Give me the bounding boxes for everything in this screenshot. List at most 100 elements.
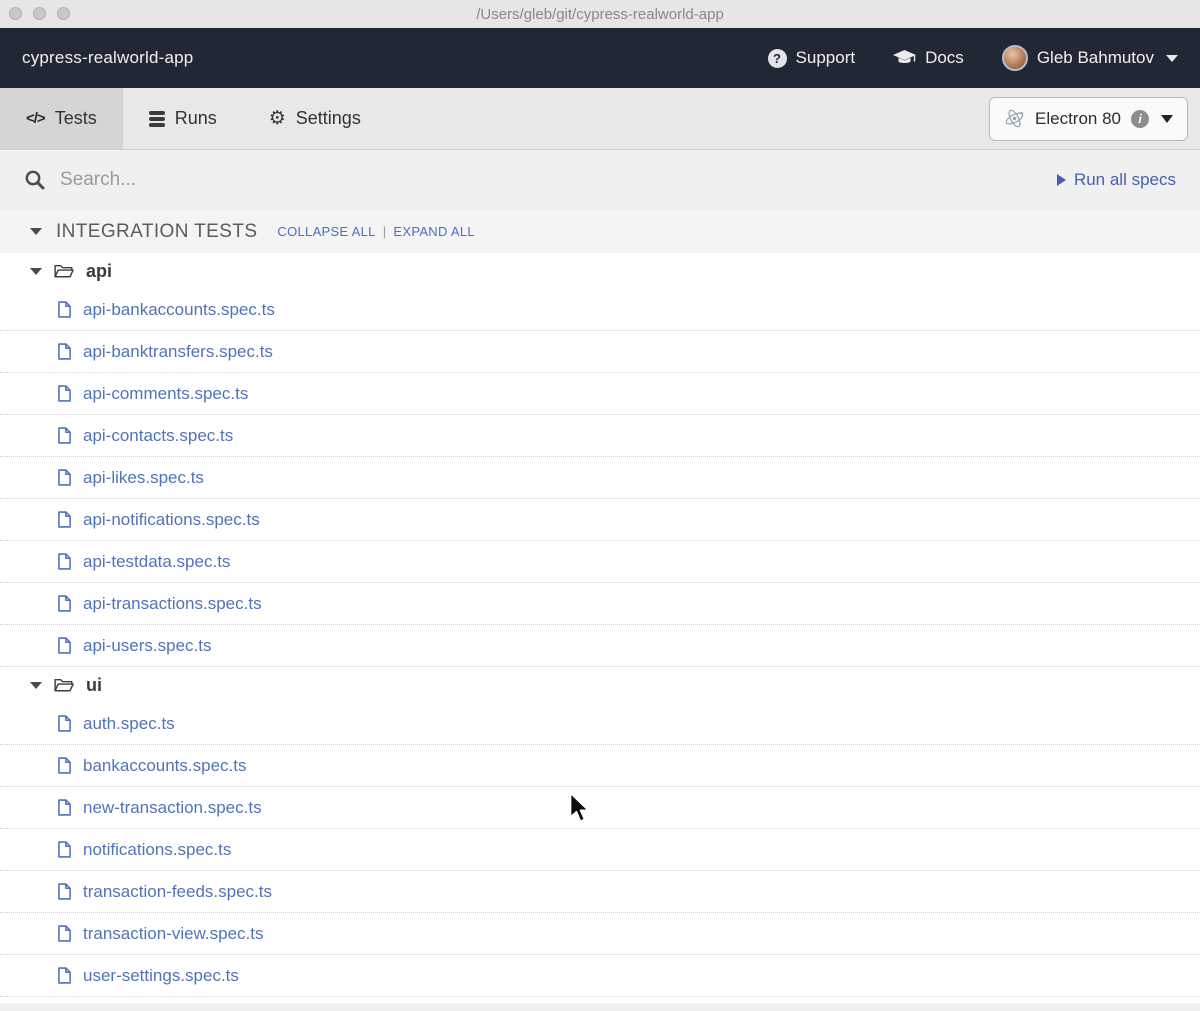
spec-file-row[interactable]: api-comments.spec.ts [0, 373, 1200, 415]
code-icon: </> [26, 110, 46, 127]
file-icon [58, 553, 71, 570]
browser-label: Electron 80 [1035, 108, 1121, 128]
spec-file-name: auth.spec.ts [83, 713, 175, 733]
docs-label: Docs [925, 48, 964, 67]
spec-file-name: api-likes.spec.ts [83, 467, 204, 487]
file-icon [58, 637, 71, 654]
gear-icon: ⚙ [268, 107, 286, 129]
spec-file-row[interactable]: transaction-view.spec.ts [0, 913, 1200, 955]
spec-file-row[interactable]: transaction-feeds.spec.ts [0, 871, 1200, 913]
database-icon [148, 110, 165, 127]
docs-link[interactable]: Docs [893, 48, 964, 68]
spec-file-name: api-testdata.spec.ts [83, 551, 231, 571]
chevron-down-icon[interactable] [30, 228, 42, 235]
tab-runs[interactable]: Runs [123, 88, 243, 149]
user-avatar [1001, 45, 1028, 71]
tab-settings[interactable]: ⚙ Settings [243, 88, 387, 149]
navbar-right: ? Support Docs Gleb Bahmutov [767, 45, 1178, 71]
spec-file-row[interactable]: api-banktransfers.spec.ts [0, 331, 1200, 373]
spec-file-row[interactable]: api-notifications.spec.ts [0, 499, 1200, 541]
spec-file-name: new-transaction.spec.ts [83, 797, 262, 817]
spec-file-name: user-settings.spec.ts [83, 965, 239, 985]
project-name: cypress-realworld-app [22, 48, 194, 67]
spec-file-row[interactable]: auth.spec.ts [0, 703, 1200, 745]
spec-file-row[interactable]: api-contacts.spec.ts [0, 415, 1200, 457]
folder-name: api [86, 260, 113, 281]
spec-file-name: notifications.spec.ts [83, 839, 232, 859]
file-icon [58, 343, 71, 360]
collapse-all-link[interactable]: COLLAPSE ALL [277, 224, 375, 239]
spec-list: INTEGRATION TESTS COLLAPSE ALL | EXPAND … [0, 210, 1200, 1003]
file-icon [58, 385, 71, 402]
spec-file-name: api-notifications.spec.ts [83, 509, 260, 529]
close-window-button[interactable] [9, 7, 22, 20]
folder-open-icon [54, 263, 74, 280]
spec-file-name: api-contacts.spec.ts [83, 425, 234, 445]
browser-selector[interactable]: Electron 80 i [989, 96, 1188, 141]
tabbar: </> Tests Runs ⚙ Settings Electron 80 i [0, 88, 1200, 150]
integration-tests-header: INTEGRATION TESTS COLLAPSE ALL | EXPAND … [0, 210, 1200, 253]
file-icon [58, 595, 71, 612]
file-icon [58, 427, 71, 444]
tab-runs-label: Runs [174, 108, 217, 128]
spec-file-name: api-banktransfers.spec.ts [83, 341, 273, 361]
user-menu[interactable]: Gleb Bahmutov [1001, 45, 1178, 71]
spec-file-row[interactable]: api-likes.spec.ts [0, 457, 1200, 499]
info-icon[interactable]: i [1131, 109, 1149, 128]
tab-settings-label: Settings [295, 108, 361, 128]
window-title: /Users/gleb/git/cypress-realworld-app [476, 5, 724, 23]
header-links: COLLAPSE ALL | EXPAND ALL [277, 224, 475, 239]
run-all-specs-button[interactable]: Run all specs [1056, 170, 1176, 190]
folder-row[interactable]: api [0, 253, 1200, 289]
file-icon [58, 511, 71, 528]
spec-file-row[interactable]: notifications.spec.ts [0, 829, 1200, 871]
search-icon [24, 169, 46, 191]
chevron-down-icon [30, 267, 42, 275]
links-separator: | [382, 224, 387, 239]
file-icon [58, 883, 71, 900]
file-icon [58, 967, 71, 984]
spec-file-name: transaction-feeds.spec.ts [83, 881, 272, 901]
support-link[interactable]: ? Support [767, 48, 856, 68]
macos-titlebar: /Users/gleb/git/cypress-realworld-app [0, 0, 1200, 28]
zoom-window-button[interactable] [57, 7, 70, 20]
spec-file-name: api-bankaccounts.spec.ts [83, 299, 275, 319]
spec-file-row[interactable]: bankaccounts.spec.ts [0, 745, 1200, 787]
search-input[interactable] [60, 169, 1043, 191]
support-label: Support [795, 48, 856, 67]
graduation-cap-icon [893, 50, 917, 66]
window-controls [9, 7, 70, 20]
chevron-down-icon [30, 681, 42, 689]
folder-name: ui [86, 674, 102, 695]
play-icon [1056, 174, 1066, 186]
folder-open-icon [54, 677, 74, 694]
spec-file-name: api-comments.spec.ts [83, 383, 249, 403]
electron-atom-icon [1004, 108, 1025, 129]
spec-file-name: api-users.spec.ts [83, 635, 212, 655]
file-icon [58, 757, 71, 774]
chevron-down-icon [1166, 54, 1178, 62]
spec-folders: api api-bankaccounts.spec.ts api-banktrans… [0, 253, 1200, 997]
tab-tests-label: Tests [54, 108, 97, 128]
spec-file-row[interactable]: api-transactions.spec.ts [0, 583, 1200, 625]
spec-file-row[interactable]: api-bankaccounts.spec.ts [0, 289, 1200, 331]
spec-file-name: transaction-view.spec.ts [83, 923, 264, 943]
spec-file-row[interactable]: new-transaction.spec.ts [0, 787, 1200, 829]
expand-all-link[interactable]: EXPAND ALL [393, 224, 475, 239]
spec-file-row[interactable]: api-users.spec.ts [0, 625, 1200, 667]
run-all-specs-label: Run all specs [1073, 170, 1176, 189]
chevron-down-icon [1161, 114, 1173, 123]
spec-file-name: api-transactions.spec.ts [83, 593, 262, 613]
file-icon [58, 841, 71, 858]
file-icon [58, 799, 71, 816]
user-name: Gleb Bahmutov [1036, 48, 1154, 67]
file-icon [58, 715, 71, 732]
file-icon [58, 301, 71, 318]
minimize-window-button[interactable] [33, 7, 46, 20]
spec-file-row[interactable]: user-settings.spec.ts [0, 955, 1200, 997]
file-icon [58, 469, 71, 486]
tab-tests[interactable]: </> Tests [0, 88, 123, 149]
spec-file-row[interactable]: api-testdata.spec.ts [0, 541, 1200, 583]
spec-file-name: bankaccounts.spec.ts [83, 755, 247, 775]
folder-row[interactable]: ui [0, 667, 1200, 703]
